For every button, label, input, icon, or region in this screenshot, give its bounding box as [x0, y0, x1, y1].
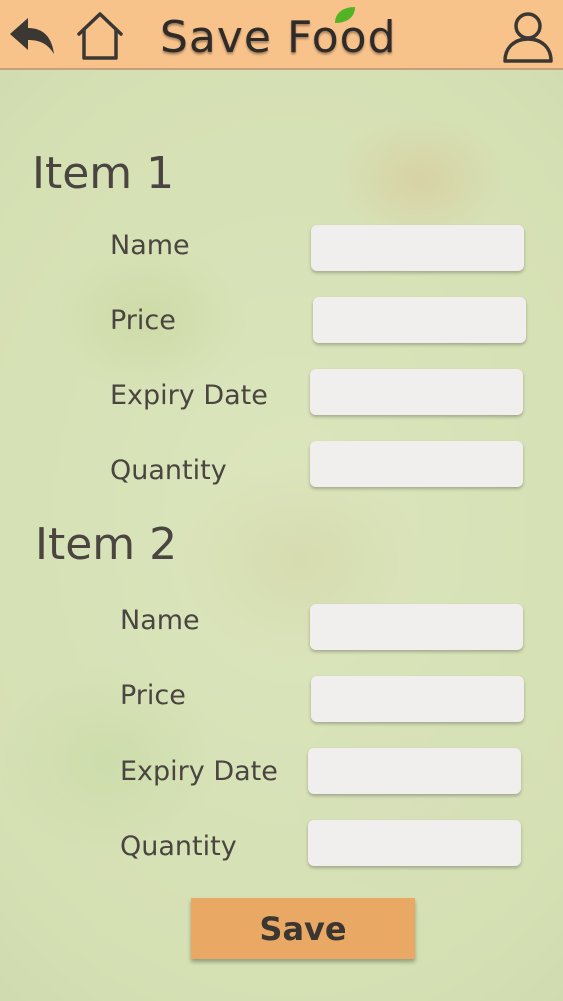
item-2-quantity-input[interactable]	[308, 820, 521, 866]
profile-button[interactable]	[500, 8, 556, 64]
item-1-quantity-input[interactable]	[310, 441, 523, 487]
user-profile-icon	[503, 12, 553, 63]
item-2-price-input[interactable]	[311, 676, 524, 722]
item-2-price-label: Price	[120, 680, 186, 711]
home-icon	[77, 12, 123, 60]
app-title: Save Food	[160, 12, 397, 63]
item-2-quantity-label: Quantity	[120, 831, 237, 862]
home-button[interactable]	[72, 8, 128, 64]
item-1-heading: Item 1	[32, 148, 175, 199]
item-1-price-input[interactable]	[313, 297, 526, 343]
item-1-quantity-label: Quantity	[110, 455, 227, 486]
app-header: Save Food	[0, 0, 563, 70]
item-2-expiry-date-input[interactable]	[308, 748, 521, 794]
item-1-expiry-date-label: Expiry Date	[110, 380, 268, 411]
item-1-expiry-date-input[interactable]	[310, 369, 523, 415]
back-arrow-icon	[10, 18, 54, 54]
item-1-price-label: Price	[110, 305, 176, 336]
item-1-name-label: Name	[110, 230, 190, 261]
add-items-form: Item 1 Name Price Expiry Date Quantity I…	[0, 72, 563, 1001]
item-2-name-input[interactable]	[310, 604, 523, 650]
save-button[interactable]: Save	[191, 898, 415, 959]
leaf-icon	[335, 7, 355, 23]
item-1-name-input[interactable]	[311, 225, 524, 271]
item-2-name-label: Name	[120, 605, 200, 636]
item-2-heading: Item 2	[35, 519, 178, 570]
back-button[interactable]	[4, 8, 60, 64]
item-2-expiry-date-label: Expiry Date	[120, 756, 278, 787]
